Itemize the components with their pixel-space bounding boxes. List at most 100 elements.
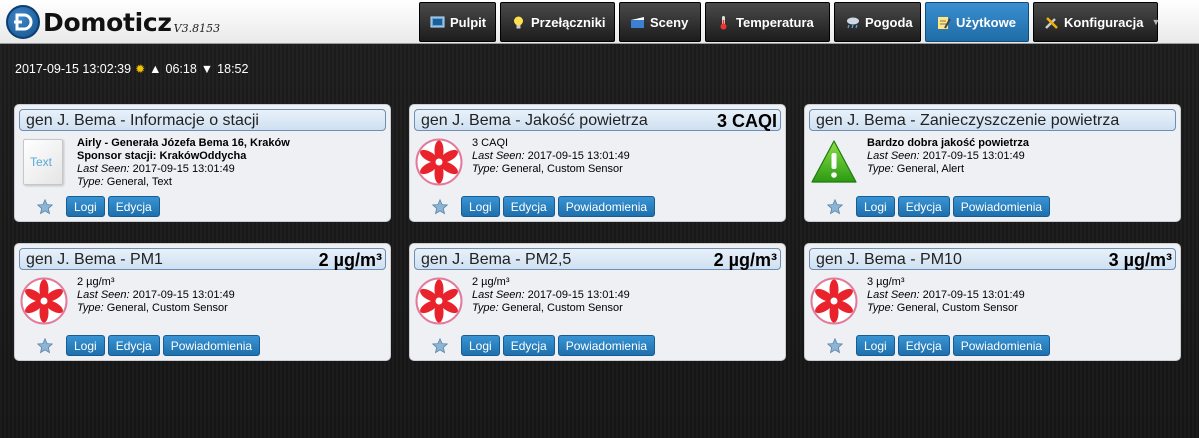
type-value: General, Custom Sensor	[501, 302, 623, 314]
card-main-text: 3 CAQI	[472, 137, 509, 149]
nav-przelaczniki[interactable]: Przełączniki	[500, 2, 615, 42]
device-card: gen J. Bema - PM2,5 2 µg/m³ 2 µg/m³ Last…	[409, 243, 786, 361]
edit-button[interactable]: Edycja	[897, 196, 950, 217]
card-main-text: 2 µg/m³	[77, 276, 115, 288]
type-row: Type: General, Custom Sensor	[472, 302, 777, 315]
card-actions: Logi Edycja Powiadomienia	[431, 196, 658, 217]
nav-label: Konfiguracja	[1064, 14, 1144, 30]
last-seen-value: 2017-09-15 13:01:49	[527, 289, 630, 301]
card-title: gen J. Bema - PM1	[26, 251, 163, 268]
type-label: Type:	[77, 176, 104, 188]
logs-button[interactable]: Logi	[461, 196, 500, 217]
logs-button[interactable]: Logi	[856, 335, 895, 356]
card-value: 2 µg/m³	[318, 250, 382, 270]
card-title: gen J. Bema - PM10	[816, 251, 962, 268]
type-value: General, Text	[106, 176, 172, 188]
type-row: Type: General, Text	[77, 176, 382, 189]
last-seen-row: Last Seen: 2017-09-15 13:01:49	[867, 289, 1172, 302]
card-actions: Logi Edycja Powiadomienia	[36, 335, 263, 356]
type-row: Type: General, Custom Sensor	[867, 302, 1172, 315]
last-seen-label: Last Seen:	[472, 289, 525, 301]
logs-button[interactable]: Logi	[856, 196, 895, 217]
edit-button[interactable]: Edycja	[502, 196, 555, 217]
nav-konfiguracja[interactable]: Konfiguracja ▼	[1033, 2, 1160, 42]
status-bar: 2017-09-15 13:02:39 ✹ ▲ 06:18 ▼ 18:52	[15, 62, 248, 76]
favorite-star-icon[interactable]	[431, 337, 449, 354]
notifications-button[interactable]: Powiadomienia	[557, 196, 656, 217]
nav-temperatura[interactable]: Temperatura	[705, 2, 830, 42]
last-seen-row: Last Seen: 2017-09-15 13:01:49	[472, 150, 777, 163]
card-actions: Logi Edycja Powiadomienia	[826, 335, 1053, 356]
weather-icon	[845, 15, 860, 30]
card-info: 2 µg/m³ Last Seen: 2017-09-15 13:01:49 T…	[77, 276, 382, 315]
edit-button[interactable]: Edycja	[502, 335, 555, 356]
last-seen-row: Last Seen: 2017-09-15 13:01:49	[77, 163, 382, 176]
app-logo[interactable]: Domoticz V3.8153	[6, 4, 220, 40]
card-value: 3 µg/m³	[1108, 250, 1172, 270]
card-info: Bardzo dobra jakość powietrza Last Seen:…	[867, 137, 1172, 176]
utility-icon	[936, 15, 951, 30]
edit-button[interactable]: Edycja	[107, 196, 160, 217]
card-value: 2 µg/m³	[713, 250, 777, 270]
thermometer-icon	[716, 15, 731, 30]
text-icon[interactable]: Text	[20, 138, 68, 186]
last-seen-label: Last Seen:	[867, 150, 920, 162]
app-version: V3.8153	[173, 21, 221, 35]
card-actions: Logi Edycja Powiadomienia	[826, 196, 1053, 217]
notifications-button[interactable]: Powiadomienia	[952, 196, 1051, 217]
nav-pulpit[interactable]: Pulpit	[419, 2, 496, 42]
current-datetime: 2017-09-15 13:02:39	[15, 62, 132, 76]
card-value: 3 CAQI	[716, 111, 777, 131]
type-row: Type: General, Custom Sensor	[472, 163, 777, 176]
lightbulb-icon	[511, 15, 526, 30]
type-label: Type:	[867, 163, 894, 175]
card-info: 2 µg/m³ Last Seen: 2017-09-15 13:01:49 T…	[472, 276, 777, 315]
logs-button[interactable]: Logi	[66, 196, 105, 217]
nav-sceny[interactable]: Sceny	[619, 2, 701, 42]
favorite-star-icon[interactable]	[36, 337, 54, 354]
edit-button[interactable]: Edycja	[897, 335, 950, 356]
fan-icon[interactable]	[20, 277, 68, 325]
fan-icon[interactable]	[415, 138, 463, 186]
last-seen-label: Last Seen:	[472, 150, 525, 162]
last-seen-label: Last Seen:	[77, 289, 130, 301]
type-value: General, Custom Sensor	[896, 302, 1018, 314]
favorite-star-icon[interactable]	[36, 198, 54, 215]
card-info: Airly - Generała Józefa Bema 16, Kraków …	[77, 137, 382, 189]
nav-pogoda[interactable]: Pogoda	[834, 2, 921, 42]
notifications-button[interactable]: Powiadomienia	[162, 335, 261, 356]
tools-icon	[1044, 15, 1059, 30]
last-seen-value: 2017-09-15 13:01:49	[527, 150, 630, 162]
sunrise-time: 06:18	[165, 62, 197, 76]
logs-button[interactable]: Logi	[461, 335, 500, 356]
card-title-bar: gen J. Bema - PM2,5 2 µg/m³	[414, 248, 781, 270]
favorite-star-icon[interactable]	[826, 337, 844, 354]
alert-icon[interactable]	[810, 138, 858, 186]
device-card: gen J. Bema - PM10 3 µg/m³ 3 µg/m³ Last …	[804, 243, 1181, 361]
fan-icon[interactable]	[810, 277, 858, 325]
sunset-arrow-icon: ▼	[200, 62, 214, 76]
domoticz-logo-icon	[6, 5, 40, 39]
card-main-text: 3 µg/m³	[867, 276, 905, 288]
text-icon-label: Text	[30, 155, 53, 169]
favorite-star-icon[interactable]	[826, 198, 844, 215]
last-seen-value: 2017-09-15 13:01:49	[922, 150, 1025, 162]
type-value: General, Custom Sensor	[501, 163, 623, 175]
main-nav: Pulpit Przełączniki Sceny Temperatura Po…	[419, 2, 1162, 42]
type-label: Type:	[472, 302, 499, 314]
favorite-star-icon[interactable]	[431, 198, 449, 215]
nav-uzytkowe[interactable]: Użytkowe	[925, 2, 1029, 42]
card-main-text: Bardzo dobra jakość powietrza	[867, 137, 1029, 149]
edit-button[interactable]: Edycja	[107, 335, 160, 356]
card-title-bar: gen J. Bema - PM10 3 µg/m³	[809, 248, 1176, 270]
last-seen-value: 2017-09-15 13:01:49	[922, 289, 1025, 301]
type-value: General, Custom Sensor	[106, 302, 228, 314]
last-seen-label: Last Seen:	[77, 163, 130, 175]
logs-button[interactable]: Logi	[66, 335, 105, 356]
fan-icon[interactable]	[415, 277, 463, 325]
notifications-button[interactable]: Powiadomienia	[952, 335, 1051, 356]
notifications-button[interactable]: Powiadomienia	[557, 335, 656, 356]
card-title: gen J. Bema - Informacje o stacji	[26, 112, 259, 129]
type-value: General, Alert	[896, 163, 965, 175]
dashboard-icon	[430, 15, 445, 30]
